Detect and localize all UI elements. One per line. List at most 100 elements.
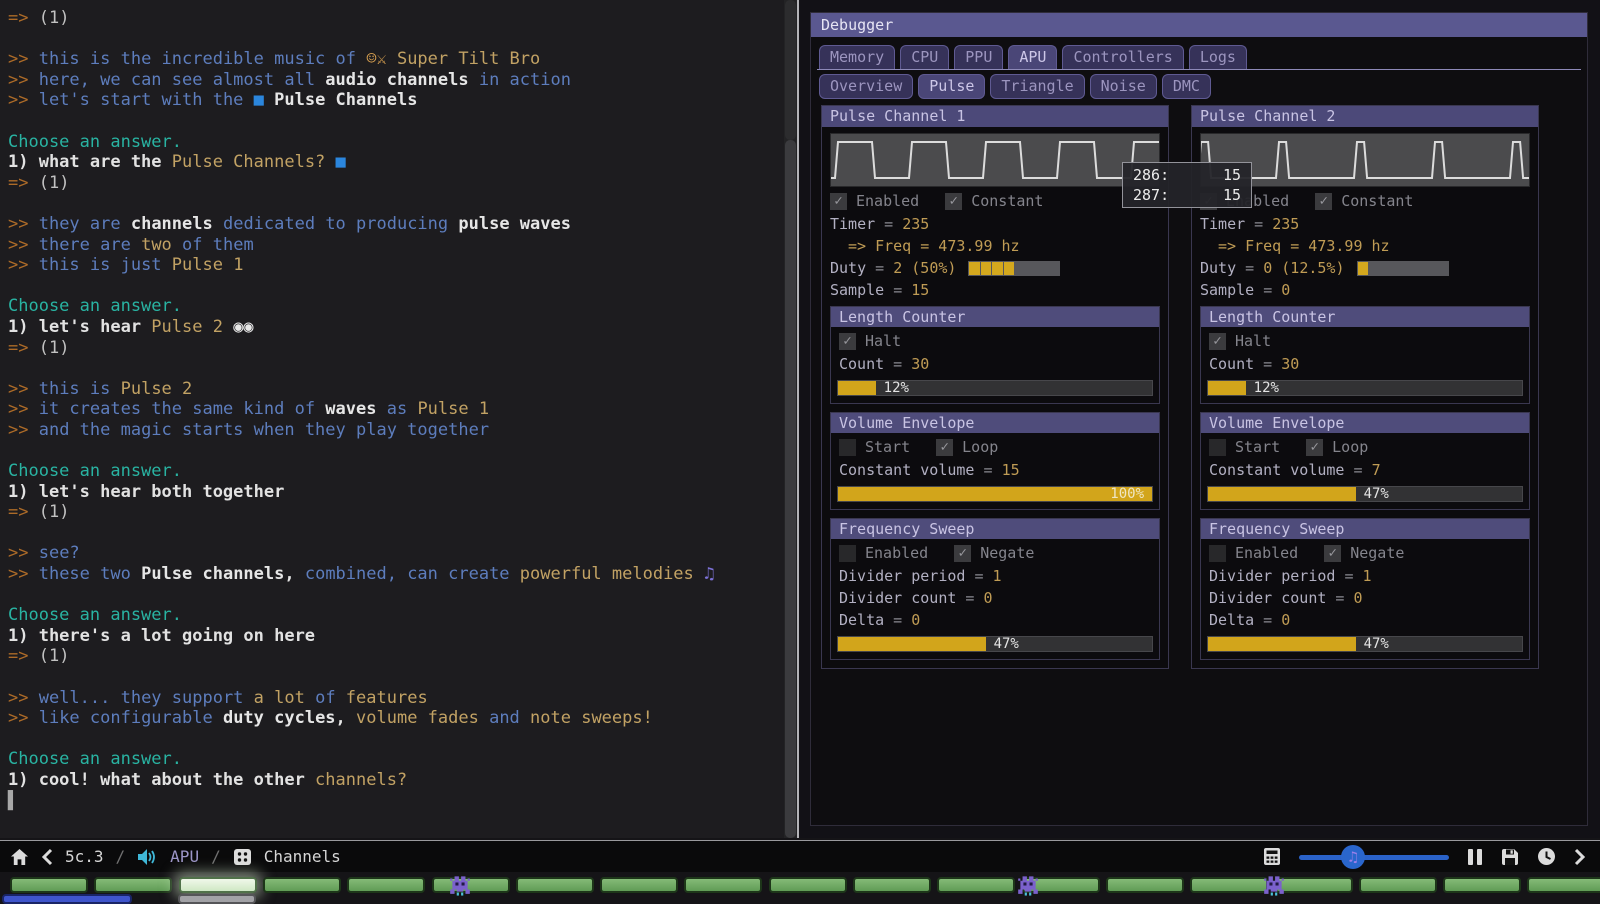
halt-checkbox[interactable]: ✓ <box>839 333 856 350</box>
progress-segment[interactable] <box>1443 877 1521 893</box>
terminal-scrollbar[interactable] <box>784 0 797 838</box>
tab-logs[interactable]: Logs <box>1189 45 1247 69</box>
terminal-text-span: >> <box>8 543 39 563</box>
terminal-text-span: >> <box>8 49 39 69</box>
progress-segment[interactable] <box>263 877 341 893</box>
duty-cell <box>1015 262 1025 275</box>
terminal-text-span: combined, can create <box>295 564 520 584</box>
enabled-checkbox[interactable]: ✓ <box>830 193 847 210</box>
terminal-line <box>8 29 784 50</box>
duty-cell <box>1358 262 1368 275</box>
music-note-slider-knob[interactable]: ♫ <box>1341 845 1365 869</box>
timer-equals: = <box>1245 214 1272 234</box>
scrollbar-thumb[interactable] <box>785 140 796 838</box>
sweep-enabled-label: Enabled <box>865 544 928 562</box>
breadcrumb-section[interactable]: APU <box>170 847 199 866</box>
channels-grid-icon <box>233 848 252 866</box>
terminal-text-span: 1) let's hear both together <box>8 482 284 502</box>
progress-segment[interactable] <box>684 877 762 893</box>
home-icon[interactable] <box>10 848 29 866</box>
terminal-text-span: Choose an answer. <box>8 132 182 152</box>
progress-segment[interactable] <box>1527 877 1600 893</box>
terminal-line <box>8 111 784 132</box>
negate-checkbox[interactable]: ✓ <box>954 545 971 562</box>
tab-controllers[interactable]: Controllers <box>1062 45 1183 69</box>
calculator-icon[interactable] <box>1263 847 1281 866</box>
clock-icon[interactable] <box>1537 847 1556 866</box>
enemy-sprite-icon <box>1262 872 1286 896</box>
tab-ppu[interactable]: PPU <box>954 45 1003 69</box>
start-checkbox[interactable] <box>1209 439 1226 456</box>
constant-volume-row: Constant volume = 15 <box>839 460 1151 480</box>
breadcrumb-separator: / <box>211 847 221 866</box>
loop-checkbox[interactable]: ✓ <box>936 439 953 456</box>
progress-segment[interactable] <box>347 877 425 893</box>
progress-segment[interactable] <box>600 877 678 893</box>
progress-segment[interactable] <box>516 877 594 893</box>
progress-segment-current[interactable] <box>179 877 257 893</box>
terminal-text-span: >> <box>8 90 39 110</box>
progress-segment[interactable] <box>94 877 172 893</box>
terminal-text-span: channels <box>131 214 213 234</box>
slider-track[interactable] <box>1299 855 1449 860</box>
sample-value: 15 <box>911 280 929 300</box>
terminal-line: >> well... they support a lot of feature… <box>8 688 784 709</box>
save-icon[interactable] <box>1501 848 1519 866</box>
negate-checkbox[interactable]: ✓ <box>1324 545 1341 562</box>
progress-segment[interactable] <box>853 877 931 893</box>
loop-checkbox-item: ✓Loop <box>936 438 998 456</box>
constant-checkbox[interactable]: ✓ <box>1315 193 1332 210</box>
terminal-text-span: 1) let's hear <box>8 317 151 337</box>
frequency-sweep-bar-label: 47% <box>1364 637 1389 651</box>
tab-apu[interactable]: APU <box>1008 45 1057 69</box>
sweep-enabled-checkbox[interactable] <box>839 545 856 562</box>
progress-segment[interactable] <box>10 877 88 893</box>
halt-checkbox-item: ✓Halt <box>839 332 901 350</box>
progress-segment[interactable] <box>937 877 1015 893</box>
terminal-text-span: => <box>8 646 39 666</box>
terminal-line <box>8 193 784 214</box>
progress-segment[interactable] <box>769 877 847 893</box>
delta-row: Delta = 0 <box>839 610 1151 630</box>
frequency-sweep-section: Frequency SweepEnabled✓NegateDivider per… <box>830 518 1160 660</box>
tab-cpu[interactable]: CPU <box>900 45 949 69</box>
progress-segment[interactable] <box>1190 877 1268 893</box>
constant-volume-label: Constant volume <box>1209 460 1344 480</box>
subtab-overview[interactable]: Overview <box>819 74 913 99</box>
chevron-left-icon[interactable] <box>41 848 53 866</box>
subtab-dmc[interactable]: DMC <box>1162 74 1211 99</box>
subtab-noise[interactable]: Noise <box>1090 74 1157 99</box>
enabled-checkbox-item: ✓Enabled <box>830 192 919 210</box>
timer-label: Timer <box>1200 214 1245 234</box>
tab-memory[interactable]: Memory <box>819 45 895 69</box>
sweep-enabled-checkbox[interactable] <box>1209 545 1226 562</box>
loop-checkbox[interactable]: ✓ <box>1306 439 1323 456</box>
pause-icon[interactable] <box>1467 848 1483 866</box>
constant-checkbox[interactable]: ✓ <box>945 193 962 210</box>
progress-segment[interactable] <box>1359 877 1437 893</box>
pulse-channel-panel-1: Pulse Channel 1✓Enabled✓ConstantTimer = … <box>821 105 1169 669</box>
chevron-right-icon[interactable] <box>1574 848 1586 866</box>
terminal-text-span: (1) <box>39 338 70 358</box>
terminal-text-span: Pulse 1 <box>172 255 244 275</box>
divider-period-row: Divider period = 1 <box>1209 566 1521 586</box>
terminal-text-span: => <box>8 8 39 28</box>
subtab-triangle[interactable]: Triangle <box>990 74 1084 99</box>
start-checkbox[interactable] <box>839 439 856 456</box>
duty-cell <box>1403 262 1413 275</box>
negate-label: Negate <box>1350 544 1404 562</box>
terminal-output: => (1) >> this is the incredible music o… <box>8 8 784 811</box>
halt-checkbox[interactable]: ✓ <box>1209 333 1226 350</box>
terminal-line: Choose an answer. <box>8 749 784 770</box>
music-volume-slider[interactable]: ♫ <box>1299 845 1449 869</box>
memory-value-tooltip: 286: 15 287: 15 <box>1122 162 1252 208</box>
duty-cell <box>1380 262 1390 275</box>
terminal-line: 1) let's hear Pulse 2 ◉◉ <box>8 317 784 338</box>
progress-segment[interactable] <box>1275 877 1353 893</box>
terminal-text-span: and the magic starts when they play toge… <box>39 420 489 440</box>
debugger-titlebar[interactable]: Debugger <box>811 13 1587 37</box>
breadcrumb-page[interactable]: 5c.3 <box>65 847 104 866</box>
subtab-pulse[interactable]: Pulse <box>918 74 985 99</box>
sweep-flags-row: Enabled✓Negate <box>1209 544 1521 562</box>
progress-segment[interactable] <box>1106 877 1184 893</box>
